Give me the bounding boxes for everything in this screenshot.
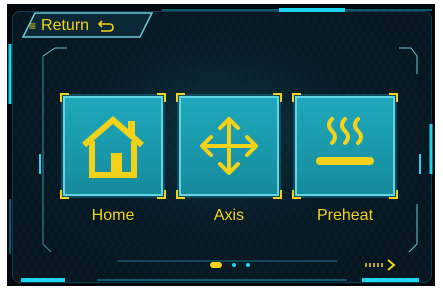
return-button[interactable]: ≡ Return (27, 15, 143, 37)
preheat-label: Preheat (316, 207, 374, 224)
page-dot (246, 263, 250, 267)
home-tile[interactable] (60, 93, 166, 199)
undo-arrow-icon (97, 19, 115, 33)
preheat-tile[interactable] (292, 93, 398, 199)
house-icon (82, 116, 144, 178)
chevron-right-icon (365, 259, 396, 271)
home-label: Home (91, 207, 135, 224)
axis-label: Axis (213, 207, 245, 224)
return-label: Return (41, 17, 90, 34)
next-page-button[interactable] (364, 258, 398, 272)
page-dot (232, 263, 236, 267)
move-arrows-icon (200, 117, 258, 175)
menu-lines-icon: ≡ (29, 19, 37, 33)
printer-screen: ≡ Return Home Axis Preheat (7, 4, 435, 286)
page-dot-active (210, 262, 222, 268)
axis-tile[interactable] (176, 93, 282, 199)
heat-waves-icon (316, 117, 374, 165)
